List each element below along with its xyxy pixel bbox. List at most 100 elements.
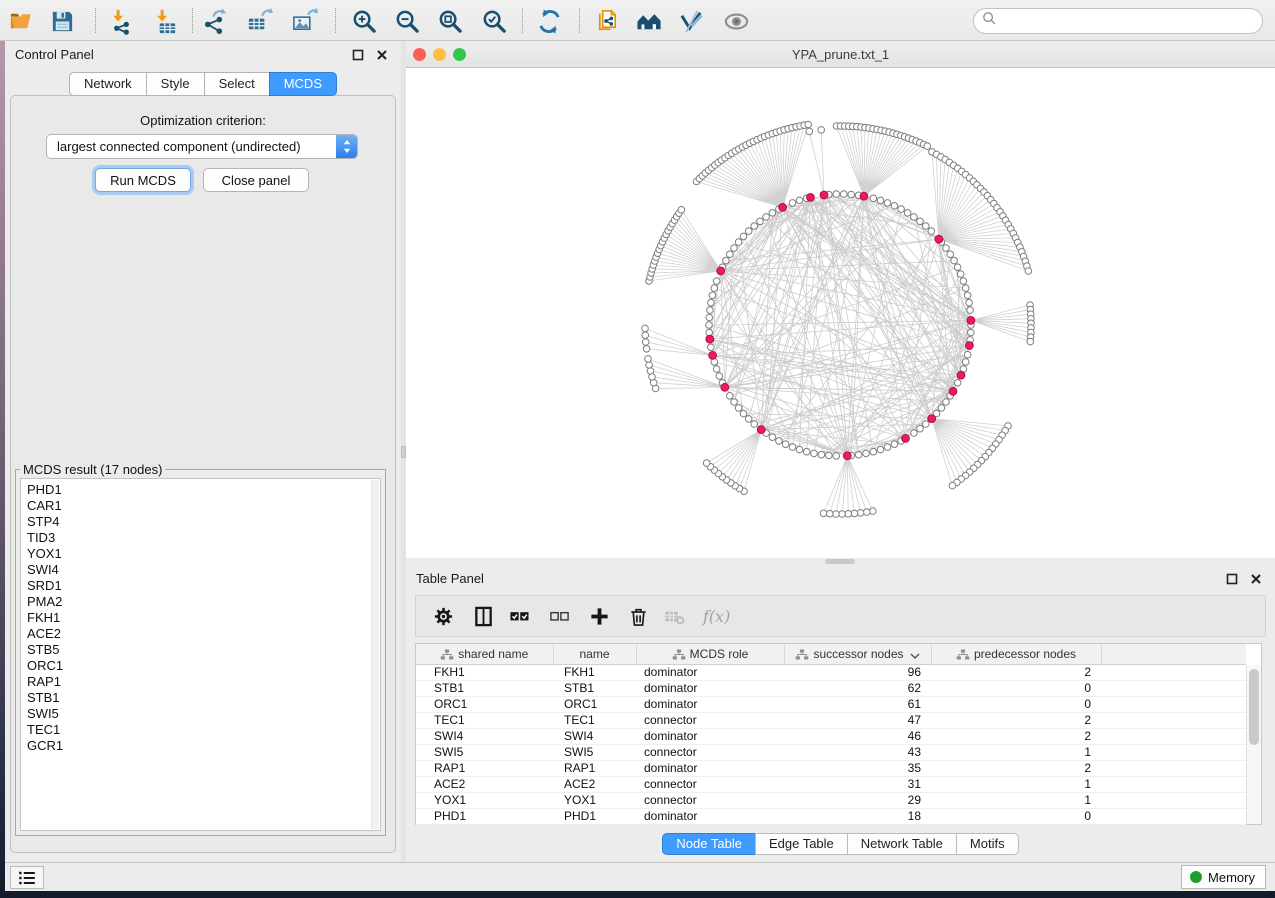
network-node[interactable] [789, 444, 796, 451]
graphics-details-button[interactable] [677, 6, 707, 36]
mcds-result-item[interactable]: ACE2 [21, 626, 380, 642]
network-node[interactable] [796, 446, 803, 453]
network-node[interactable] [917, 425, 924, 432]
network-node[interactable] [833, 511, 840, 518]
table-row[interactable]: YOX1YOX1connector291 [416, 792, 1246, 808]
network-node[interactable] [642, 325, 649, 332]
mcds-hub-node[interactable] [779, 203, 787, 211]
column-header-shared-name[interactable]: shared name [416, 644, 553, 664]
tab-edge-table[interactable]: Edge Table [755, 833, 848, 855]
network-node[interactable] [706, 322, 713, 329]
network-node[interactable] [951, 257, 958, 264]
delete-column-button[interactable] [625, 605, 651, 630]
run-mcds-button[interactable]: Run MCDS [95, 168, 191, 192]
mcds-result-item[interactable]: TEC1 [21, 722, 380, 738]
mcds-hub-node[interactable] [902, 435, 910, 443]
network-node[interactable] [735, 405, 742, 412]
network-node[interactable] [740, 410, 747, 417]
network-node[interactable] [716, 373, 723, 380]
close-panel-icon[interactable] [1247, 571, 1265, 587]
tab-style[interactable]: Style [146, 72, 205, 96]
network-node[interactable] [877, 446, 884, 453]
network-node[interactable] [1027, 338, 1034, 345]
column-browser-button[interactable] [470, 605, 496, 630]
close-panel-button[interactable]: Close panel [203, 168, 309, 192]
network-node[interactable] [727, 393, 734, 400]
network-node[interactable] [645, 356, 652, 363]
network-node[interactable] [954, 264, 961, 271]
mcds-hub-node[interactable] [757, 426, 765, 434]
mcds-result-item[interactable]: PMA2 [21, 594, 380, 610]
zoom-in-button[interactable] [350, 6, 380, 36]
network-node[interactable] [803, 448, 810, 455]
network-node[interactable] [962, 359, 969, 366]
import-table-button[interactable] [151, 6, 181, 36]
tab-network-table[interactable]: Network Table [847, 833, 957, 855]
mcds-result-item[interactable]: STP4 [21, 514, 380, 530]
mcds-result-item[interactable]: SRD1 [21, 578, 380, 594]
network-node[interactable] [723, 257, 730, 264]
network-node[interactable] [806, 128, 813, 135]
network-node[interactable] [789, 200, 796, 207]
mcds-result-item[interactable]: GCR1 [21, 738, 380, 754]
network-node[interactable] [877, 197, 884, 204]
network-node[interactable] [928, 228, 935, 235]
tab-mcds[interactable]: MCDS [269, 72, 337, 96]
column-header-predecessor-nodes[interactable]: predecessor nodes [931, 644, 1101, 664]
network-node[interactable] [863, 509, 870, 516]
table-row[interactable]: SWI4SWI4dominator462 [416, 728, 1246, 744]
memory-button[interactable]: Memory [1181, 865, 1266, 889]
network-node[interactable] [911, 214, 918, 221]
table-settings-button[interactable] [430, 605, 456, 630]
network-node[interactable] [711, 285, 718, 292]
network-node[interactable] [840, 191, 847, 198]
network-node[interactable] [839, 511, 846, 518]
network-from-document-button[interactable] [592, 6, 622, 36]
network-node[interactable] [917, 218, 924, 225]
network-node[interactable] [968, 329, 975, 336]
select-all-columns-button[interactable] [506, 605, 532, 630]
mcds-result-item[interactable]: SWI4 [21, 562, 380, 578]
network-node[interactable] [851, 510, 858, 517]
network-node[interactable] [938, 405, 945, 412]
network-node[interactable] [957, 271, 964, 278]
network-node[interactable] [947, 251, 954, 258]
network-node[interactable] [646, 362, 653, 369]
float-panel-icon[interactable] [349, 47, 367, 63]
mcds-result-item[interactable]: STB1 [21, 690, 380, 706]
network-node[interactable] [870, 195, 877, 202]
save-session-button[interactable] [48, 6, 78, 36]
network-node[interactable] [820, 510, 827, 517]
network-node[interactable] [708, 344, 715, 351]
network-node[interactable] [647, 368, 654, 375]
network-node[interactable] [826, 452, 833, 459]
network-node[interactable] [848, 191, 855, 198]
search-input[interactable] [1001, 11, 1262, 31]
mcds-result-item[interactable]: TID3 [21, 530, 380, 546]
close-panel-icon[interactable] [373, 47, 391, 63]
network-node[interactable] [1025, 268, 1032, 275]
mcds-hub-node[interactable] [966, 342, 974, 350]
export-table-button[interactable] [245, 6, 275, 36]
network-node[interactable] [870, 448, 877, 455]
network-node[interactable] [713, 278, 720, 285]
network-node[interactable] [751, 223, 758, 230]
network-node[interactable] [826, 510, 833, 517]
table-scrollbar[interactable] [1246, 665, 1261, 824]
network-node[interactable] [964, 292, 971, 299]
deselect-all-columns-button[interactable] [546, 605, 572, 630]
network-node[interactable] [898, 206, 905, 213]
network-node[interactable] [805, 121, 812, 128]
network-node[interactable] [713, 366, 720, 373]
network-node[interactable] [678, 207, 685, 214]
network-node[interactable] [818, 451, 825, 458]
table-row[interactable]: ORC1ORC1dominator610 [416, 696, 1246, 712]
mcds-hub-node[interactable] [860, 192, 868, 200]
network-node[interactable] [863, 450, 870, 457]
network-node[interactable] [769, 210, 776, 217]
network-node[interactable] [703, 460, 710, 467]
tab-select[interactable]: Select [204, 72, 270, 96]
show-hide-eye-button[interactable] [722, 6, 752, 36]
tab-motifs[interactable]: Motifs [956, 833, 1019, 855]
network-node[interactable] [782, 441, 789, 448]
